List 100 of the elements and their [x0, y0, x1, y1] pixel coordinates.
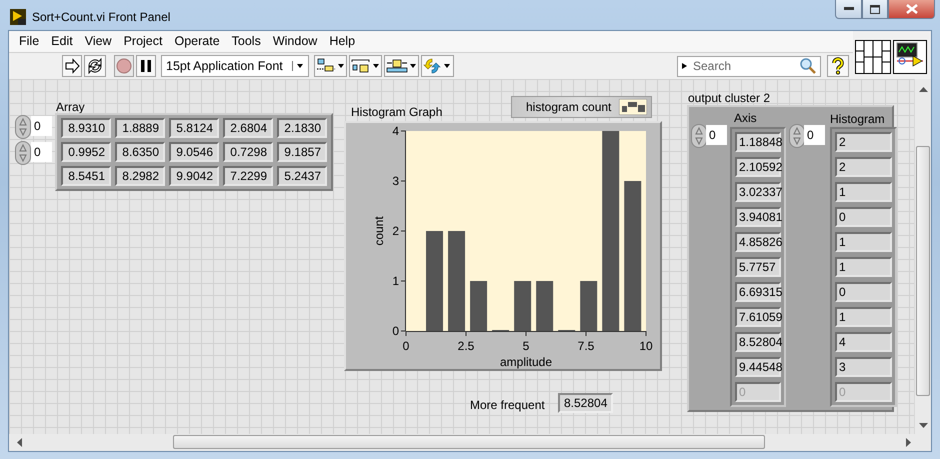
pause-icon [138, 58, 154, 74]
array-element: 8.52804 [735, 332, 781, 352]
array-element: 9.1857 [277, 142, 327, 162]
help-icon [831, 57, 845, 75]
array-element: 2.10592 [735, 157, 781, 177]
resize-button[interactable] [384, 55, 419, 77]
align-button[interactable] [314, 55, 347, 77]
run-button[interactable] [62, 55, 82, 77]
search-field[interactable]: Search [689, 57, 799, 75]
index-field[interactable]: 0 [31, 116, 52, 136]
reorder-arrows-icon [423, 57, 452, 75]
index-spinner[interactable] [691, 124, 707, 148]
tick-label: 0 [402, 339, 410, 353]
array-element: 0 [735, 382, 781, 402]
array-element: 0 [835, 282, 892, 302]
array-element: 1 [835, 257, 892, 277]
array-element: 0.7298 [223, 142, 273, 162]
resize-objects-icon [386, 58, 417, 74]
array-element: 0 [835, 207, 892, 227]
array-element: 1.8889 [115, 118, 165, 138]
array-element: 9.0546 [169, 142, 219, 162]
indicator-label: More frequent [470, 397, 545, 414]
vi-icon[interactable] [893, 40, 927, 74]
connector-pane-icon[interactable] [855, 40, 891, 74]
help-button[interactable] [827, 55, 849, 77]
array-element: 5.2437 [277, 166, 327, 186]
index-field[interactable]: 0 [804, 125, 825, 145]
histogram-bar [580, 281, 598, 331]
vertical-scroll-thumb[interactable] [916, 146, 930, 396]
arrow-icon [64, 58, 80, 74]
scroll-left-arrow-icon[interactable] [17, 438, 22, 447]
array-label: Array [56, 99, 85, 116]
tick-label: 2.5 [458, 339, 474, 353]
scroll-down-arrow-icon[interactable] [919, 423, 928, 428]
triangle-icon [681, 62, 689, 70]
histogram-bar [536, 281, 554, 331]
histogram-bar [470, 281, 488, 331]
distribute-button[interactable] [349, 55, 382, 77]
array-element: 8.2982 [115, 166, 165, 186]
menu-item[interactable]: Window [266, 32, 324, 51]
legend-text: histogram count [526, 99, 612, 116]
index-spinner[interactable] [789, 124, 805, 148]
menu-item[interactable]: Project [118, 32, 168, 51]
array-element: 1 [835, 232, 892, 252]
column-label: Axis [734, 110, 757, 127]
array-element: 7.2299 [223, 166, 273, 186]
search-bar[interactable]: Search [677, 56, 821, 76]
close-icon [906, 4, 918, 14]
array-element: 8.6350 [115, 142, 165, 162]
minimize-button[interactable] [835, 0, 862, 19]
menu-item[interactable]: Tools [226, 32, 267, 51]
menu-item[interactable]: Edit [45, 32, 79, 51]
scroll-up-arrow-icon[interactable] [919, 87, 928, 92]
index-spinner[interactable] [15, 115, 31, 139]
menu-item[interactable]: Operate [168, 32, 226, 51]
run-continuously-button[interactable] [84, 55, 106, 77]
array-element: 2.1830 [277, 118, 327, 138]
cycle-arrows-icon [86, 57, 104, 75]
tick-label: 1 [392, 274, 399, 288]
bar-plot-icon [619, 99, 648, 115]
align-objects-icon [316, 58, 345, 74]
menu-item[interactable]: View [78, 32, 118, 51]
tick-label: 2 [392, 224, 399, 238]
array-element: 0 [835, 382, 892, 402]
x-axis-title: amplitude [500, 355, 552, 369]
index-field[interactable]: 0 [31, 142, 52, 162]
array-element: 2 [835, 132, 892, 152]
array-element: 4 [835, 332, 892, 352]
column-label: Histogram [830, 111, 885, 128]
menu-item[interactable]: Help [323, 32, 362, 51]
array-element: 8.9310 [61, 118, 111, 138]
index-field[interactable]: 0 [706, 125, 727, 145]
array-element: 7.61059 [735, 307, 781, 327]
menu-item[interactable]: File [13, 32, 46, 51]
array-element: 0.9952 [61, 142, 111, 162]
array-element: 3.94081 [735, 207, 781, 227]
tick-label: 3 [392, 174, 399, 188]
horizontal-scroll-thumb[interactable] [173, 435, 765, 449]
search-icon [799, 57, 817, 75]
scroll-right-arrow-icon[interactable] [906, 438, 911, 447]
tick-label: 4 [392, 124, 399, 138]
distribute-objects-icon [351, 58, 380, 74]
close-button[interactable] [888, 0, 935, 19]
font-dropdown[interactable]: 15pt Application Font [161, 55, 309, 77]
array-element: 4.85826 [735, 232, 781, 252]
maximize-icon [870, 4, 880, 14]
y-axis-title: count [372, 216, 386, 246]
reorder-button[interactable] [421, 55, 454, 77]
maximize-button[interactable] [862, 0, 888, 19]
tick-label: 0 [392, 324, 399, 338]
pause-button[interactable] [136, 55, 156, 77]
array-element: 9.9042 [169, 166, 219, 186]
array-element: 1 [835, 182, 892, 202]
index-spinner[interactable] [15, 141, 31, 165]
caret-icon [292, 61, 304, 71]
numeric-indicator: 8.52804 [558, 393, 614, 413]
array-element: 2 [835, 157, 892, 177]
array-element: 3 [835, 357, 892, 377]
tick-label: 7.5 [578, 339, 594, 353]
window-title: Sort+Count.vi Front Panel [32, 9, 170, 26]
